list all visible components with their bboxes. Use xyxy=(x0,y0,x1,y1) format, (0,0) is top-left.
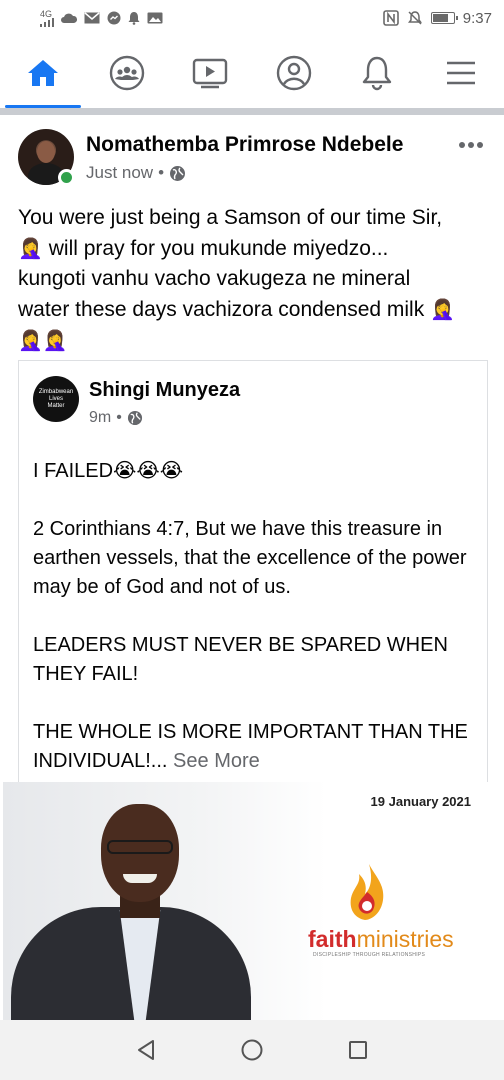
crying-emoji: 😭😭😭 xyxy=(113,458,184,482)
home-button[interactable] xyxy=(199,1020,305,1080)
network-indicator: 4G xyxy=(40,8,54,27)
nav-separator xyxy=(0,108,504,115)
tab-profile[interactable] xyxy=(272,51,316,95)
tab-notifications[interactable] xyxy=(355,51,399,95)
facepalm-emoji: 🤦‍♀️ xyxy=(430,297,455,321)
post-text-line: water these days vachizora condensed mil… xyxy=(18,294,488,325)
image-date: 19 January 2021 xyxy=(370,794,471,809)
shared-paragraph: LEADERS MUST NEVER BE SPARED WHEN THEY F… xyxy=(33,634,448,685)
shared-paragraph: 2 Corinthians 4:7, But we have this trea… xyxy=(33,518,467,598)
ministry-logo-text: faithministries xyxy=(308,926,454,953)
avatar-text: Lives xyxy=(48,395,63,402)
post-body: You were just being a Samson of our time… xyxy=(18,203,488,356)
top-nav xyxy=(0,40,504,108)
shared-paragraph: I FAILED😭😭😭 xyxy=(33,456,473,486)
home-circle-icon xyxy=(241,1039,263,1061)
shared-author-name[interactable]: Shingi Munyeza xyxy=(89,379,240,402)
logo-ministries: ministries xyxy=(356,926,454,952)
more-options-icon xyxy=(459,142,483,148)
shared-text-span: I FAILED xyxy=(33,460,114,482)
status-left: 4G xyxy=(40,8,163,27)
see-more-link[interactable]: See More xyxy=(173,750,260,772)
recents-button[interactable] xyxy=(305,1020,411,1080)
nfc-icon xyxy=(382,10,399,26)
feed-post: Nomathemba Primrose Ndebele Just now • Y… xyxy=(0,115,504,1020)
profile-icon xyxy=(276,55,311,91)
meta-separator: • xyxy=(116,409,122,426)
logo-tagline: DISCIPLESHIP THROUGH RELATIONSHIPS xyxy=(313,952,426,958)
tab-menu[interactable] xyxy=(439,51,483,95)
flame-logo-icon xyxy=(350,864,384,920)
online-status-icon xyxy=(58,169,75,186)
groups-icon xyxy=(109,55,144,91)
tab-watch[interactable] xyxy=(188,51,232,95)
post-meta: Just now • xyxy=(86,163,186,183)
post-author-name[interactable]: Nomathemba Primrose Ndebele xyxy=(86,133,403,157)
facepalm-emoji: 🤦‍♀️ xyxy=(18,236,43,260)
person-smile xyxy=(123,874,157,883)
shared-meta: 9m • xyxy=(89,409,143,427)
post-text-line: kungoti vanhu vacho vakugeza ne mineral xyxy=(18,267,411,290)
battery-fill xyxy=(432,14,448,22)
shared-timestamp[interactable]: 9m xyxy=(89,409,111,427)
cloud-icon xyxy=(61,13,77,23)
facepalm-emoji: 🤦‍♀️🤦‍♀️ xyxy=(18,328,68,352)
logo-faith: faith xyxy=(308,926,357,952)
avatar-face xyxy=(37,141,55,163)
shared-post-card[interactable]: Zimbabwean Lives Matter Shingi Munyeza 9… xyxy=(18,360,488,782)
status-bar: 4G 9:37 xyxy=(0,0,504,36)
signal-icon xyxy=(40,17,54,27)
status-right: 9:37 xyxy=(382,9,492,27)
battery-icon xyxy=(430,12,458,24)
globe-icon xyxy=(127,410,142,426)
home-icon xyxy=(28,60,58,86)
post-text-span: will pray for you mukunde miyedzo... xyxy=(48,237,389,260)
mail-icon xyxy=(84,12,100,24)
mute-icon xyxy=(407,11,422,25)
clock: 9:37 xyxy=(462,9,492,27)
messenger-icon xyxy=(107,11,121,25)
meta-separator: • xyxy=(158,163,165,182)
person-glasses xyxy=(107,840,173,854)
video-icon xyxy=(192,58,228,89)
post-options-button[interactable] xyxy=(456,135,486,155)
avatar-text: Zimbabwean xyxy=(38,388,74,395)
shared-avatar[interactable]: Zimbabwean Lives Matter xyxy=(33,376,79,422)
hamburger-menu-icon xyxy=(446,61,475,85)
shared-paragraph: THE WHOLE IS MORE IMPORTANT THAN THE IND… xyxy=(33,718,473,776)
bell-icon xyxy=(363,56,392,91)
post-text-line: 🤦‍♀️ will pray for you mukunde miyedzo..… xyxy=(18,233,488,264)
globe-icon xyxy=(170,165,186,181)
recents-square-icon xyxy=(349,1041,367,1059)
post-timestamp[interactable]: Just now xyxy=(86,163,153,183)
post-text-line: You were just being a Samson of our time… xyxy=(18,206,443,229)
post-text-line: 🤦‍♀️🤦‍♀️ xyxy=(18,325,488,356)
notification-bell-icon xyxy=(128,12,140,25)
avatar-text: Matter xyxy=(47,402,65,409)
tab-home[interactable] xyxy=(5,51,81,108)
back-button[interactable] xyxy=(93,1020,199,1080)
image-icon xyxy=(147,12,163,24)
post-text-span: water these days vachizora condensed mil… xyxy=(18,298,425,321)
post-image[interactable]: 19 January 2021 faithministries DISCIPLE… xyxy=(3,782,501,1020)
tab-groups[interactable] xyxy=(105,51,149,95)
network-label: 4G xyxy=(40,8,53,19)
system-navigation-bar xyxy=(0,1020,504,1080)
post-header: Nomathemba Primrose Ndebele Just now • xyxy=(18,129,486,189)
shared-body: I FAILED😭😭😭 2 Corinthians 4:7, But we ha… xyxy=(33,456,473,805)
back-triangle-icon xyxy=(138,1040,154,1060)
